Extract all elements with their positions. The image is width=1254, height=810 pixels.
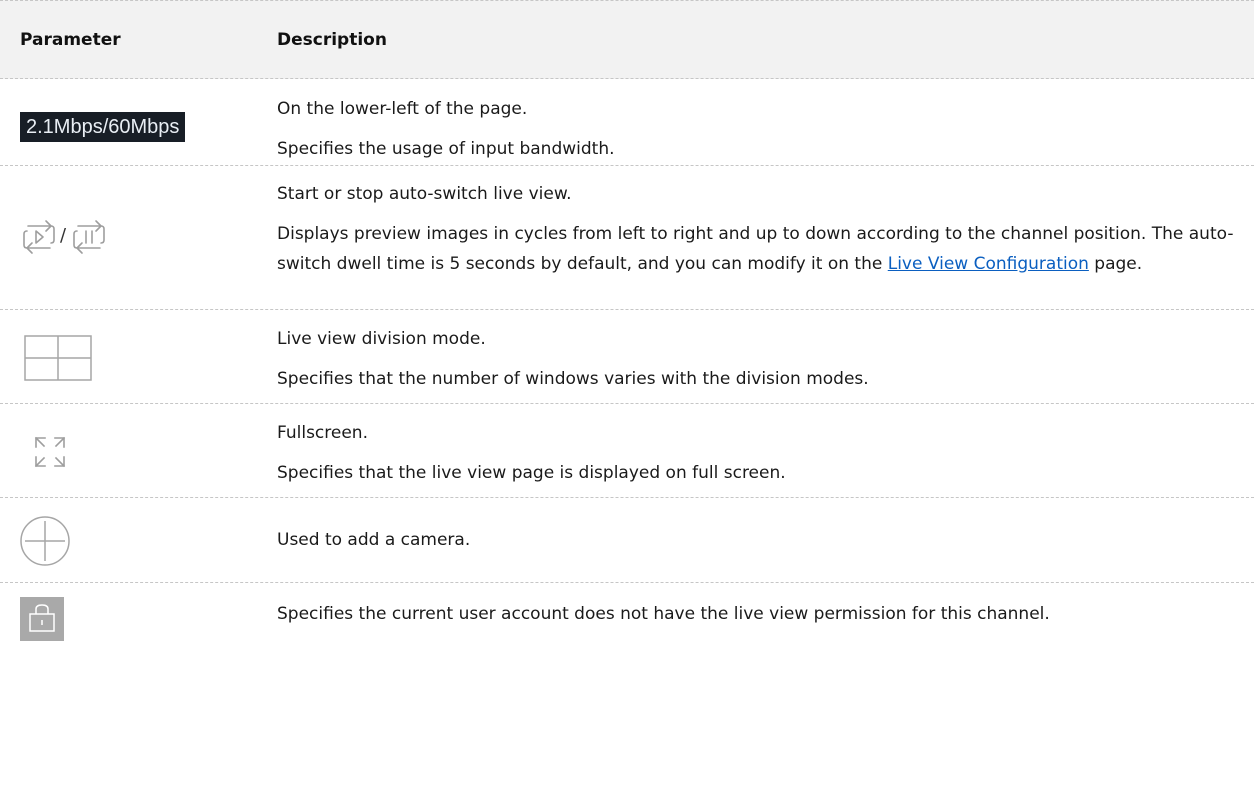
table-row: Live view division mode. Specifies that …	[0, 310, 1254, 404]
row-description: Live view division mode. Specifies that …	[277, 324, 1234, 394]
header-description: Description	[277, 30, 387, 50]
description-line: Specifies the usage of input bandwidth.	[277, 139, 615, 159]
description-text: page.	[1088, 254, 1143, 274]
description-line: On the lower-left of the page.	[277, 99, 528, 119]
description-line: Used to add a camera.	[277, 530, 471, 550]
lock-icon	[20, 597, 64, 645]
bandwidth-badge: 2.1Mbps/60Mbps	[20, 112, 186, 142]
table-row: Fullscreen. Specifies that the live view…	[0, 404, 1254, 498]
description-line: Displays preview images in cycles from l…	[277, 219, 1234, 279]
separator-slash: /	[60, 225, 67, 246]
description-line: Specifies that the number of windows var…	[277, 369, 869, 389]
division-mode-icon	[24, 335, 92, 385]
header-parameter: Parameter	[20, 30, 121, 50]
table-row: Specifies the current user account does …	[0, 583, 1254, 677]
table-row: Used to add a camera.	[0, 498, 1254, 583]
table-row: 2.1Mbps/60Mbps On the lower-left of the …	[0, 79, 1254, 166]
description-line: Specifies the current user account does …	[277, 604, 1050, 624]
auto-switch-play-icon	[22, 218, 56, 260]
row-description: Specifies the current user account does …	[277, 599, 1234, 629]
description-line: Start or stop auto-switch live view.	[277, 184, 572, 204]
description-line: Fullscreen.	[277, 423, 368, 443]
row-description: Fullscreen. Specifies that the live view…	[277, 418, 1234, 488]
description-line: Specifies that the live view page is dis…	[277, 463, 786, 483]
table-header-row: Parameter Description	[0, 0, 1254, 79]
row-description: Used to add a camera.	[277, 525, 1234, 555]
table-row: / Start or stop auto-switch live view. D…	[0, 166, 1254, 310]
live-view-configuration-link[interactable]: Live View Configuration	[888, 254, 1089, 274]
auto-switch-pause-icon	[72, 218, 106, 260]
fullscreen-icon	[34, 436, 66, 472]
row-description: Start or stop auto-switch live view. Dis…	[277, 179, 1234, 279]
description-line: Live view division mode.	[277, 329, 486, 349]
row-description: On the lower-left of the page. Specifies…	[277, 94, 1234, 164]
add-camera-icon	[19, 515, 71, 571]
parameter-table: Parameter Description 2.1Mbps/60Mbps On …	[0, 0, 1254, 677]
